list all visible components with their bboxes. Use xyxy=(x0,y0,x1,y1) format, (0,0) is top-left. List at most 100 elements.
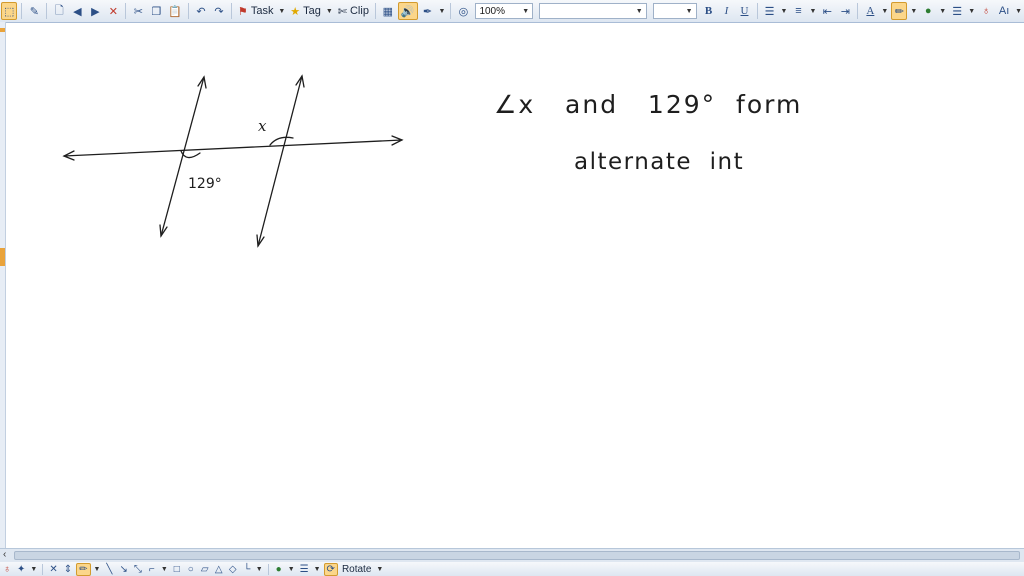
color-dropdown-icon[interactable]: ▼ xyxy=(288,566,295,573)
style-button[interactable]: Aı xyxy=(996,2,1012,20)
chevron-down-icon: ▼ xyxy=(635,7,643,15)
insert-space-icon[interactable]: ⇕ xyxy=(62,563,74,576)
italic-button[interactable]: I xyxy=(719,2,735,20)
lasso-select-icon[interactable]: ♁ xyxy=(1,563,13,576)
font-name-select[interactable]: ▼ xyxy=(539,3,647,19)
audio-icon[interactable]: 🔊 xyxy=(397,2,418,20)
line-weight-dropdown-icon[interactable]: ▼ xyxy=(968,8,975,15)
toolbar-separator xyxy=(857,3,859,19)
bullets-dropdown-icon[interactable]: ▼ xyxy=(781,8,788,15)
highlighter-dropdown-icon[interactable]: ▼ xyxy=(910,8,917,15)
shape-select-icon[interactable]: ✦ xyxy=(15,563,27,576)
zoom-icon[interactable]: ◎ xyxy=(455,2,471,20)
pen-dropdown-icon[interactable]: ▼ xyxy=(439,8,446,15)
text-color-button[interactable]: A xyxy=(862,2,878,20)
task-label: Task xyxy=(250,5,274,17)
flag-icon: ⚑ xyxy=(237,5,248,18)
rectangle-tool-icon[interactable]: □ xyxy=(171,563,183,576)
color-picker-icon[interactable]: ● xyxy=(273,563,285,576)
text-color-dropdown-icon[interactable]: ▼ xyxy=(881,8,888,15)
arrow-tool-icon[interactable]: ↘ xyxy=(117,563,129,576)
new-page-icon[interactable]: 🗋 xyxy=(51,2,67,20)
cut-icon[interactable]: ✂ xyxy=(130,2,146,20)
angle-arc-x xyxy=(269,136,294,146)
forward-arrow-icon[interactable]: ▶ xyxy=(87,2,103,20)
shape-select-dropdown-icon[interactable]: ▼ xyxy=(30,566,37,573)
toolbar-separator xyxy=(21,3,23,19)
bullets-icon[interactable]: ☰ xyxy=(762,2,778,20)
tag-button[interactable]: ★ Tag xyxy=(288,2,323,20)
bold-button[interactable]: B xyxy=(701,2,717,20)
main-toolbar: ⬚ ✎ 🗋 ◀ ▶ ✕ ✂ ❐ 📋 ↶ ↷ ⚑ Task ▼ ★ Tag ▼ ✄… xyxy=(0,0,1024,23)
numbering-icon[interactable]: ≡ xyxy=(790,2,806,20)
chevron-down-icon: ▼ xyxy=(522,7,530,15)
delete-page-icon[interactable]: ✕ xyxy=(105,2,121,20)
numbering-dropdown-icon[interactable]: ▼ xyxy=(809,8,816,15)
underline-button[interactable]: U xyxy=(737,2,753,20)
line-tool-icon[interactable]: ╲ xyxy=(103,563,115,576)
task-button[interactable]: ⚑ Task xyxy=(236,2,275,20)
axis-dropdown-icon[interactable]: ▼ xyxy=(161,566,168,573)
line-style-dropdown-icon[interactable]: ▼ xyxy=(314,566,321,573)
redo-icon[interactable]: ↷ xyxy=(211,2,227,20)
horizontal-scrollbar[interactable]: ‹ xyxy=(0,548,1024,563)
clip-icon: ✄ xyxy=(337,5,347,18)
angle-x-label: x xyxy=(258,117,267,135)
undo-icon[interactable]: ↶ xyxy=(193,2,209,20)
font-size-select[interactable]: ▼ xyxy=(652,3,697,19)
connector-dropdown-icon[interactable]: ▼ xyxy=(256,566,263,573)
select-tool-button[interactable]: ⬚ xyxy=(1,2,18,20)
rotate-icon[interactable]: ⟳ xyxy=(323,562,338,576)
eraser-icon[interactable]: ✕ xyxy=(47,563,59,576)
increase-indent-icon[interactable]: ⇥ xyxy=(837,2,853,20)
ink-canvas[interactable]: x 129° ∠x and 129° form alternate int xyxy=(6,23,1024,548)
angle-129-label: 129° xyxy=(188,176,222,192)
connector-tool-icon[interactable]: └ xyxy=(241,563,253,576)
tag-dropdown-icon[interactable]: ▼ xyxy=(326,8,333,15)
rotate-button[interactable]: Rotate xyxy=(340,563,373,576)
pen-tool-dropdown-icon[interactable]: ▼ xyxy=(94,566,101,573)
highlighter-icon[interactable]: ✏ xyxy=(891,2,908,20)
toolbar-separator xyxy=(46,3,48,19)
clip-label: Clip xyxy=(349,5,369,17)
handwritten-line-2: alternate int xyxy=(574,149,744,175)
zoom-select[interactable]: 100% ▼ xyxy=(475,3,534,19)
line-weight-icon[interactable]: ☰ xyxy=(949,2,965,20)
zoom-value: 100% xyxy=(479,5,506,17)
toolbar-separator xyxy=(756,3,758,19)
scroll-left-icon[interactable]: ‹ xyxy=(3,549,6,560)
drawing-toolbar: ♁ ✦ ▼ ✕ ⇕ ✏ ▼ ╲ ↘ ⤡ ⌐ ▼ □ ○ ▱ △ ◇ └ ▼ ● … xyxy=(0,562,1024,576)
parallel-line-1 xyxy=(160,76,205,237)
page-marker xyxy=(0,28,5,32)
scrollbar-thumb[interactable] xyxy=(14,551,1020,560)
axis-tool-icon[interactable]: ⌐ xyxy=(146,563,158,576)
toolbar-separator xyxy=(188,3,189,19)
diamond-tool-icon[interactable]: ◇ xyxy=(227,563,239,576)
toolbar-separator xyxy=(267,563,269,575)
parallelogram-tool-icon[interactable]: ▱ xyxy=(199,563,211,576)
fill-dropdown-icon[interactable]: ▼ xyxy=(939,8,946,15)
back-arrow-icon[interactable]: ◀ xyxy=(69,2,85,20)
pen-tool-icon[interactable]: ✏ xyxy=(76,562,91,576)
handwritten-line-1: ∠x and 129° form xyxy=(494,90,802,119)
rotate-label: Rotate xyxy=(341,563,372,575)
line-style-icon[interactable]: ☰ xyxy=(298,563,311,576)
table-icon[interactable]: ▦ xyxy=(380,2,396,20)
pen-icon[interactable]: ✎ xyxy=(26,2,42,20)
fill-color-icon[interactable]: ● xyxy=(920,2,936,20)
toolbar-separator xyxy=(231,3,232,19)
rotate-dropdown-icon[interactable]: ▼ xyxy=(376,566,383,573)
chevron-down-icon: ▼ xyxy=(685,7,693,15)
copy-icon[interactable]: ❐ xyxy=(148,2,164,20)
ellipse-tool-icon[interactable]: ○ xyxy=(185,563,197,576)
decrease-indent-icon[interactable]: ⇤ xyxy=(819,2,835,20)
task-dropdown-icon[interactable]: ▼ xyxy=(278,8,285,15)
lasso-icon[interactable]: ♁ xyxy=(978,2,994,20)
triangle-tool-icon[interactable]: △ xyxy=(213,563,225,576)
tag-label: Tag xyxy=(303,5,321,17)
pen-color-icon[interactable]: ✒ xyxy=(420,2,436,20)
double-arrow-tool-icon[interactable]: ⤡ xyxy=(132,563,144,576)
clip-button[interactable]: ✄ Clip xyxy=(336,2,371,20)
paste-icon[interactable]: 📋 xyxy=(166,2,184,20)
style-dropdown-icon[interactable]: ▼ xyxy=(1015,8,1022,15)
